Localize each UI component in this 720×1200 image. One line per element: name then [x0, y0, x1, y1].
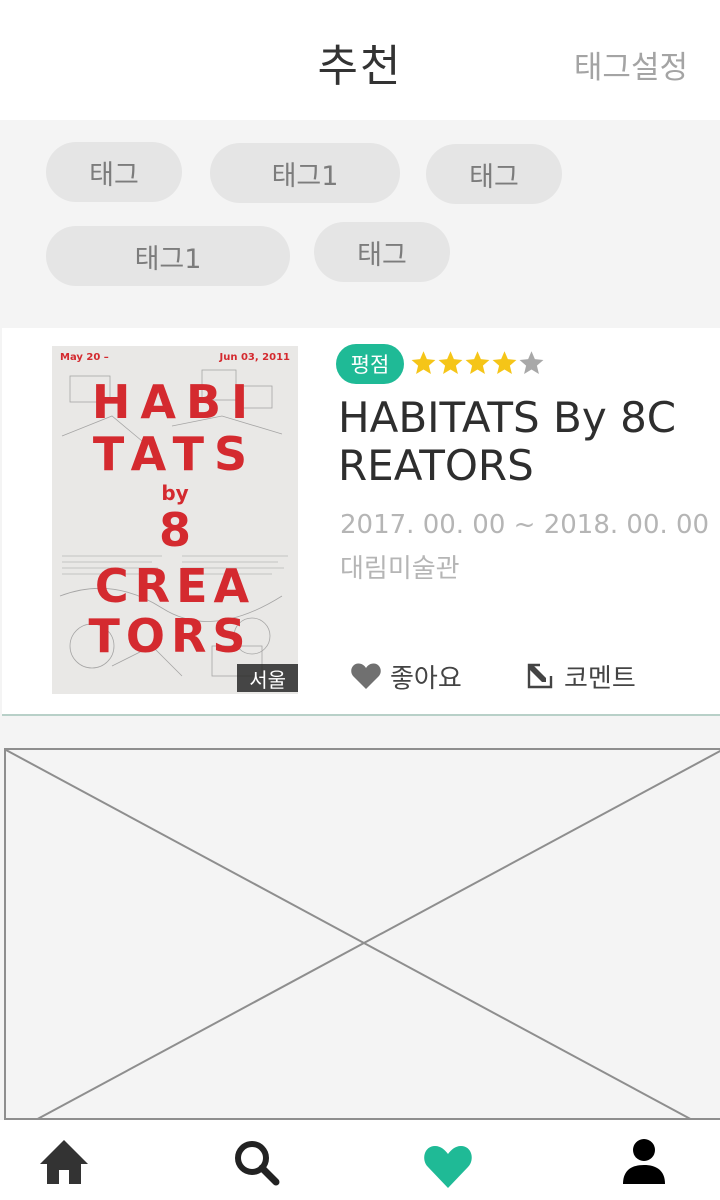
star-icon — [465, 351, 490, 375]
tag-chip[interactable]: 태그 — [314, 222, 450, 282]
star-icon — [492, 351, 517, 375]
nav-favorites[interactable] — [420, 1136, 476, 1192]
star-icon — [519, 351, 544, 375]
exhibition-poster[interactable]: May 20 – Jun 03, 2011 HABI TATS by 8 CRE… — [52, 346, 298, 694]
exhibition-venue: 대림미술관 — [340, 554, 460, 584]
exhibition-dates: 2017. 00. 00 ~ 2018. 00. 00 — [340, 510, 710, 540]
bottom-navigation — [0, 1120, 720, 1200]
tag-settings-button[interactable]: 태그설정 — [574, 42, 688, 87]
poster-artwork: May 20 – Jun 03, 2011 HABI TATS by 8 CRE… — [59, 352, 291, 677]
nav-home[interactable] — [36, 1136, 92, 1192]
poster-title-line: by — [161, 481, 188, 505]
rating-stars — [410, 348, 545, 380]
region-label: 서울 — [237, 664, 298, 692]
exhibition-title[interactable]: HABITATS By 8CREATORS — [338, 394, 678, 490]
tag-chip[interactable]: 태그1 — [46, 226, 290, 286]
tag-chip[interactable]: 태그1 — [210, 143, 400, 203]
tag-filter-area: 태그 태그1 태그 태그1 태그 — [0, 120, 720, 328]
poster-date-start: May 20 – — [60, 352, 109, 363]
tag-chip[interactable]: 태그 — [46, 142, 182, 202]
star-icon — [411, 351, 436, 375]
poster-title-line: 8 — [159, 503, 191, 557]
edit-icon — [527, 663, 553, 689]
poster-date-end: Jun 03, 2011 — [219, 352, 291, 363]
like-label: 좋아요 — [390, 663, 462, 694]
search-icon — [235, 1141, 280, 1186]
like-button[interactable]: 좋아요 — [350, 658, 462, 694]
poster-title-line: HABI — [92, 375, 258, 429]
heart-icon — [351, 663, 381, 689]
image-placeholder — [4, 748, 720, 1122]
poster-title-line: TORS — [88, 609, 251, 663]
poster-title-line: CREA — [95, 559, 255, 613]
star-icon — [438, 351, 463, 375]
poster-title-line: TATS — [93, 427, 257, 481]
nav-profile[interactable] — [616, 1136, 672, 1192]
heart-icon — [424, 1146, 472, 1188]
comment-button[interactable]: 코멘트 — [524, 658, 636, 694]
placeholder-cross — [6, 750, 720, 1122]
rating-badge: 평점 — [336, 344, 404, 384]
tag-chip[interactable]: 태그 — [426, 144, 562, 204]
user-icon — [623, 1139, 665, 1184]
comment-label: 코멘트 — [564, 663, 636, 694]
exhibition-card[interactable]: May 20 – Jun 03, 2011 HABI TATS by 8 CRE… — [2, 328, 720, 716]
home-icon — [40, 1140, 88, 1184]
nav-search[interactable] — [230, 1136, 286, 1192]
app-header: 추천 태그설정 — [0, 0, 720, 120]
